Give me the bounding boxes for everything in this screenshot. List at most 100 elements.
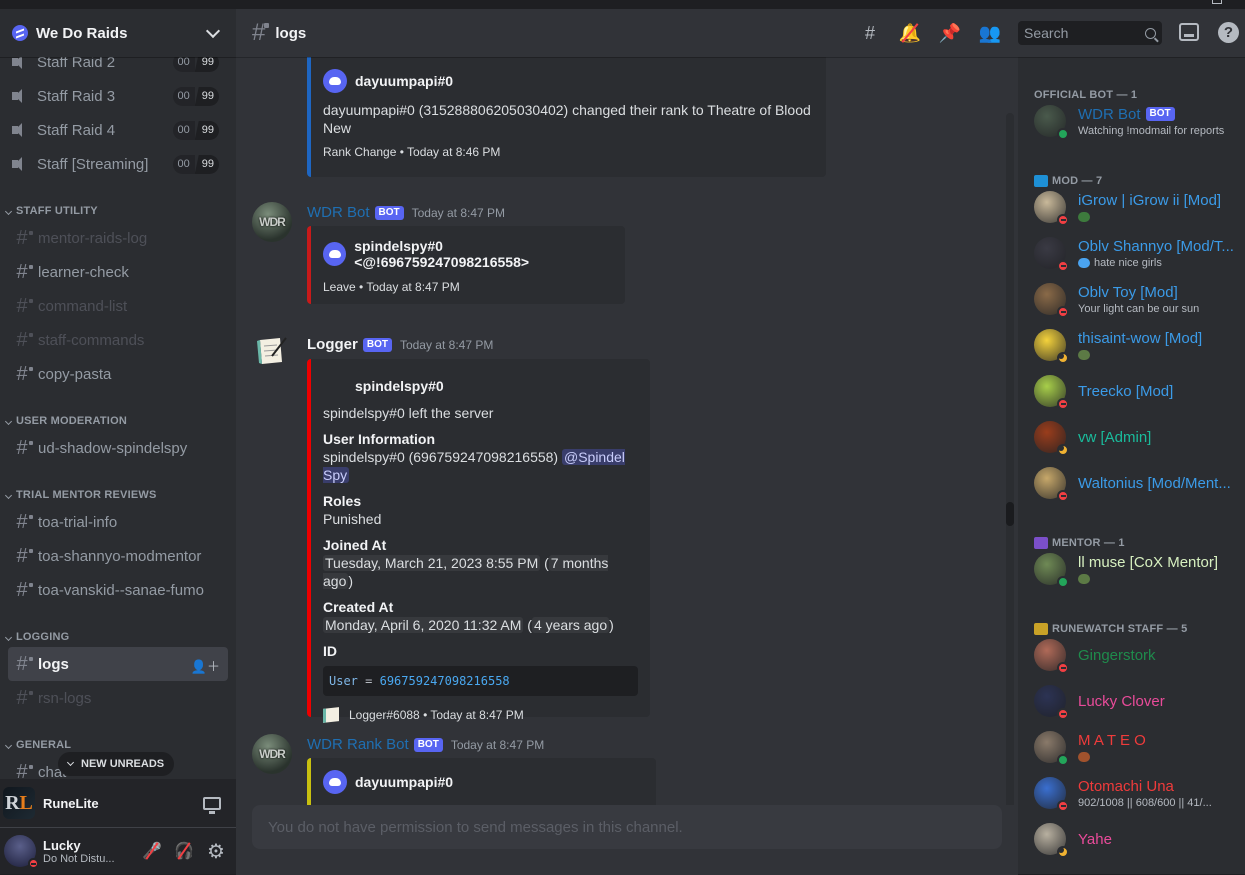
channel-rsn-logs[interactable]: # rsn-logs [8,681,228,715]
voice-channel[interactable]: Staff Raid 4 00 99 [0,113,236,147]
maximize-button[interactable] [1212,0,1222,4]
category-general[interactable]: GENERAL [0,725,236,755]
member-item[interactable]: Oblv Shannyo [Mod/T... hate nice girls [1034,231,1244,275]
user-avatar[interactable] [4,835,39,869]
member-item[interactable]: Otomachi Una 902/1008 || 608/600 || 41/..… [1034,771,1244,815]
footer-text: Logger#6088 • Today at 8:47 PM [349,708,524,722]
member-item[interactable]: ll muse [CoX Mentor] [1034,547,1244,591]
channel-toa-trial-info[interactable]: # toa-trial-info [8,505,228,539]
locked-hash-icon: # [12,261,33,284]
user-limit-max: 99 [194,155,219,174]
relative-time-chip[interactable]: 4 years ago [531,617,610,633]
new-unreads-button[interactable]: NEW UNREADS [58,752,175,776]
bot-badge: BOT [362,337,392,352]
member-item[interactable]: WDR Bot BOT Watching !modmail for reports [1034,99,1244,143]
notification-bell-muted-icon[interactable]: 🔔 [898,21,922,45]
code-value: 696759247098216558 [379,674,510,688]
logger-avatar[interactable] [252,330,292,370]
member-avatar [1034,421,1069,456]
logo-letter: R [5,791,20,814]
user-count: 00 [172,87,195,106]
author-avatar[interactable]: WDR [252,734,292,774]
member-item[interactable]: thisaint-wow [Mod] [1034,323,1244,367]
voice-channel[interactable]: Staff Raid 3 00 99 [0,79,236,113]
channel-toa-vanskid-sanae-fumo[interactable]: # toa-vanskid--sanae-fumo [8,573,228,607]
window-titlebar [0,0,1245,9]
embed-author: spindelspy#0 <@!696759247098216558> [323,238,613,270]
voice-channel[interactable]: Staff [Streaming] 00 99 [0,147,236,181]
scrollbar-thumb[interactable] [1006,502,1014,526]
screen-share-icon[interactable] [203,796,221,814]
member-item[interactable]: Waltonius [Mod/Ment... [1034,461,1244,505]
user-limit-max: 99 [194,121,219,140]
member-list-icon[interactable]: 👥 [978,21,1002,45]
member-avatar [1034,191,1069,226]
dnd-status-icon [1057,800,1069,812]
channel-copy-pasta[interactable]: # copy-pasta [8,357,228,391]
embed-description: spindelspy#0 left the server [323,405,494,421]
dnd-status-icon [1057,214,1069,226]
search-input[interactable]: Search [1018,21,1162,45]
timestamp-chip[interactable]: Tuesday, March 21, 2023 8:55 PM [323,555,541,571]
chevron-down-icon [4,417,13,426]
member-item[interactable]: Oblv Toy [Mod] Your light can be our sun [1034,277,1244,321]
mic-muted-icon[interactable]: 🎤 [136,835,168,867]
member-name: Treecko [Mod] [1078,382,1244,401]
settings-gear-icon[interactable]: ⚙ [200,835,232,867]
category-user-moderation[interactable]: USER MODERATION [0,401,236,431]
channel-ud-shadow-spindelspy[interactable]: # ud-shadow-spindelspy [8,431,228,465]
channel-learner-check[interactable]: # learner-check [8,255,228,289]
idle-status-icon [1057,846,1069,858]
channel-list: Staff Raid 2 00 99 Staff Raid 3 00 99 Staff … [0,49,236,789]
message-header: Logger BOT Today at 8:47 PM [307,336,493,353]
server-header[interactable]: We Do Raids [0,9,236,57]
server-boost-icon [12,25,28,41]
channel-command-list[interactable]: # command-list [8,289,228,323]
member-name-text: Oblv Shannyo [Mod/T... [1078,237,1234,255]
author-avatar[interactable]: WDR [252,202,292,242]
member-item[interactable]: Treecko [Mod] [1034,369,1244,413]
author-name[interactable]: WDR Rank Bot [307,736,409,753]
threads-icon[interactable]: # [858,21,882,45]
invite-member-icon[interactable]: 👤＋ [191,656,220,675]
locked-hash-icon: # [12,227,33,250]
voice-channel-name: Staff Raid 3 [37,87,116,105]
timestamp-chip[interactable]: Monday, April 6, 2020 11:32 AM [323,617,524,633]
headphones-deafened-icon[interactable]: 🎧 [168,835,200,867]
member-item[interactable]: Lucky Clover [1034,679,1244,723]
member-item[interactable]: Gingerstork [1034,633,1244,677]
user-info[interactable]: Lucky Do Not Distu... [43,838,136,865]
bot-badge: BOT [1145,107,1175,121]
member-info: Treecko [Mod] [1078,382,1244,401]
channel-mentor-raids-log[interactable]: # mentor-raids-log [8,221,228,255]
channel-title: logs [275,24,307,42]
chevron-down-icon[interactable] [205,23,221,38]
member-name: WDR Bot BOT [1078,105,1244,124]
member-item[interactable]: iGrow | iGrow ii [Mod] [1034,185,1244,229]
search-icon [1145,27,1156,39]
category-trial-mentor-reviews[interactable]: TRIAL MENTOR REVIEWS [0,475,236,505]
member-name-text: M A T E O [1078,731,1146,749]
member-item[interactable]: M A T E O [1034,725,1244,769]
member-item[interactable]: vw [Admin] [1034,415,1244,459]
help-icon[interactable]: ? [1218,22,1239,43]
author-name[interactable]: WDR Bot [307,204,370,221]
member-item[interactable]: Yahe [1034,817,1244,861]
pin-icon[interactable]: 📌 [938,21,962,45]
channel-staff-commands[interactable]: # staff-commands [8,323,228,357]
category-staff-utility[interactable]: STAFF UTILITY [0,191,236,221]
author-name[interactable]: Logger [307,336,358,353]
locked-hash-icon: # [12,579,33,602]
category-label: TRIAL MENTOR REVIEWS [16,489,157,501]
category-logging[interactable]: LOGGING [0,617,236,647]
speaker-lock-icon [12,55,28,69]
channel-toa-shannyo-modmentor[interactable]: # toa-shannyo-modmentor [8,539,228,573]
member-info: Waltonius [Mod/Ment... [1078,474,1244,493]
embed-author-name: spindelspy#0 <@!696759247098216558> [354,238,530,270]
field-name: Roles [323,493,362,509]
field-value: spindelspy#0 (696759247098216558) @Spind… [323,448,638,484]
chevron-down-icon [4,633,13,642]
inbox-icon[interactable] [1179,23,1199,41]
scrollbar-track[interactable] [1006,113,1014,853]
channel-logs[interactable]: # logs 👤＋ [8,647,228,681]
